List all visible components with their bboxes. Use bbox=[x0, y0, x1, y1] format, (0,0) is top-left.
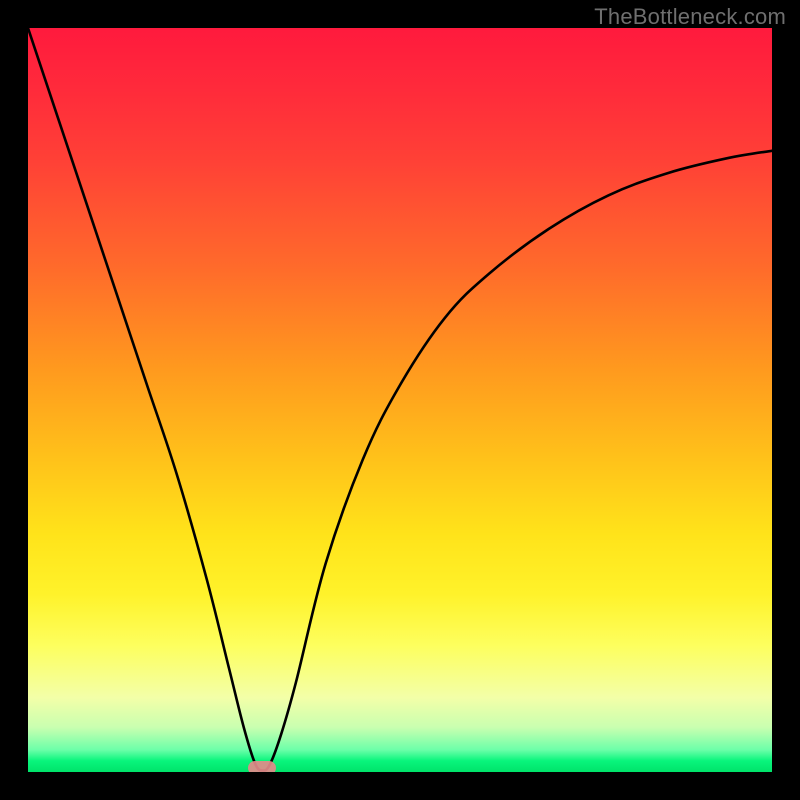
bottleneck-curve bbox=[28, 28, 772, 772]
plot-area bbox=[28, 28, 772, 772]
chart-frame: TheBottleneck.com bbox=[0, 0, 800, 800]
optimal-marker-icon bbox=[248, 761, 276, 772]
watermark-text: TheBottleneck.com bbox=[594, 4, 786, 30]
